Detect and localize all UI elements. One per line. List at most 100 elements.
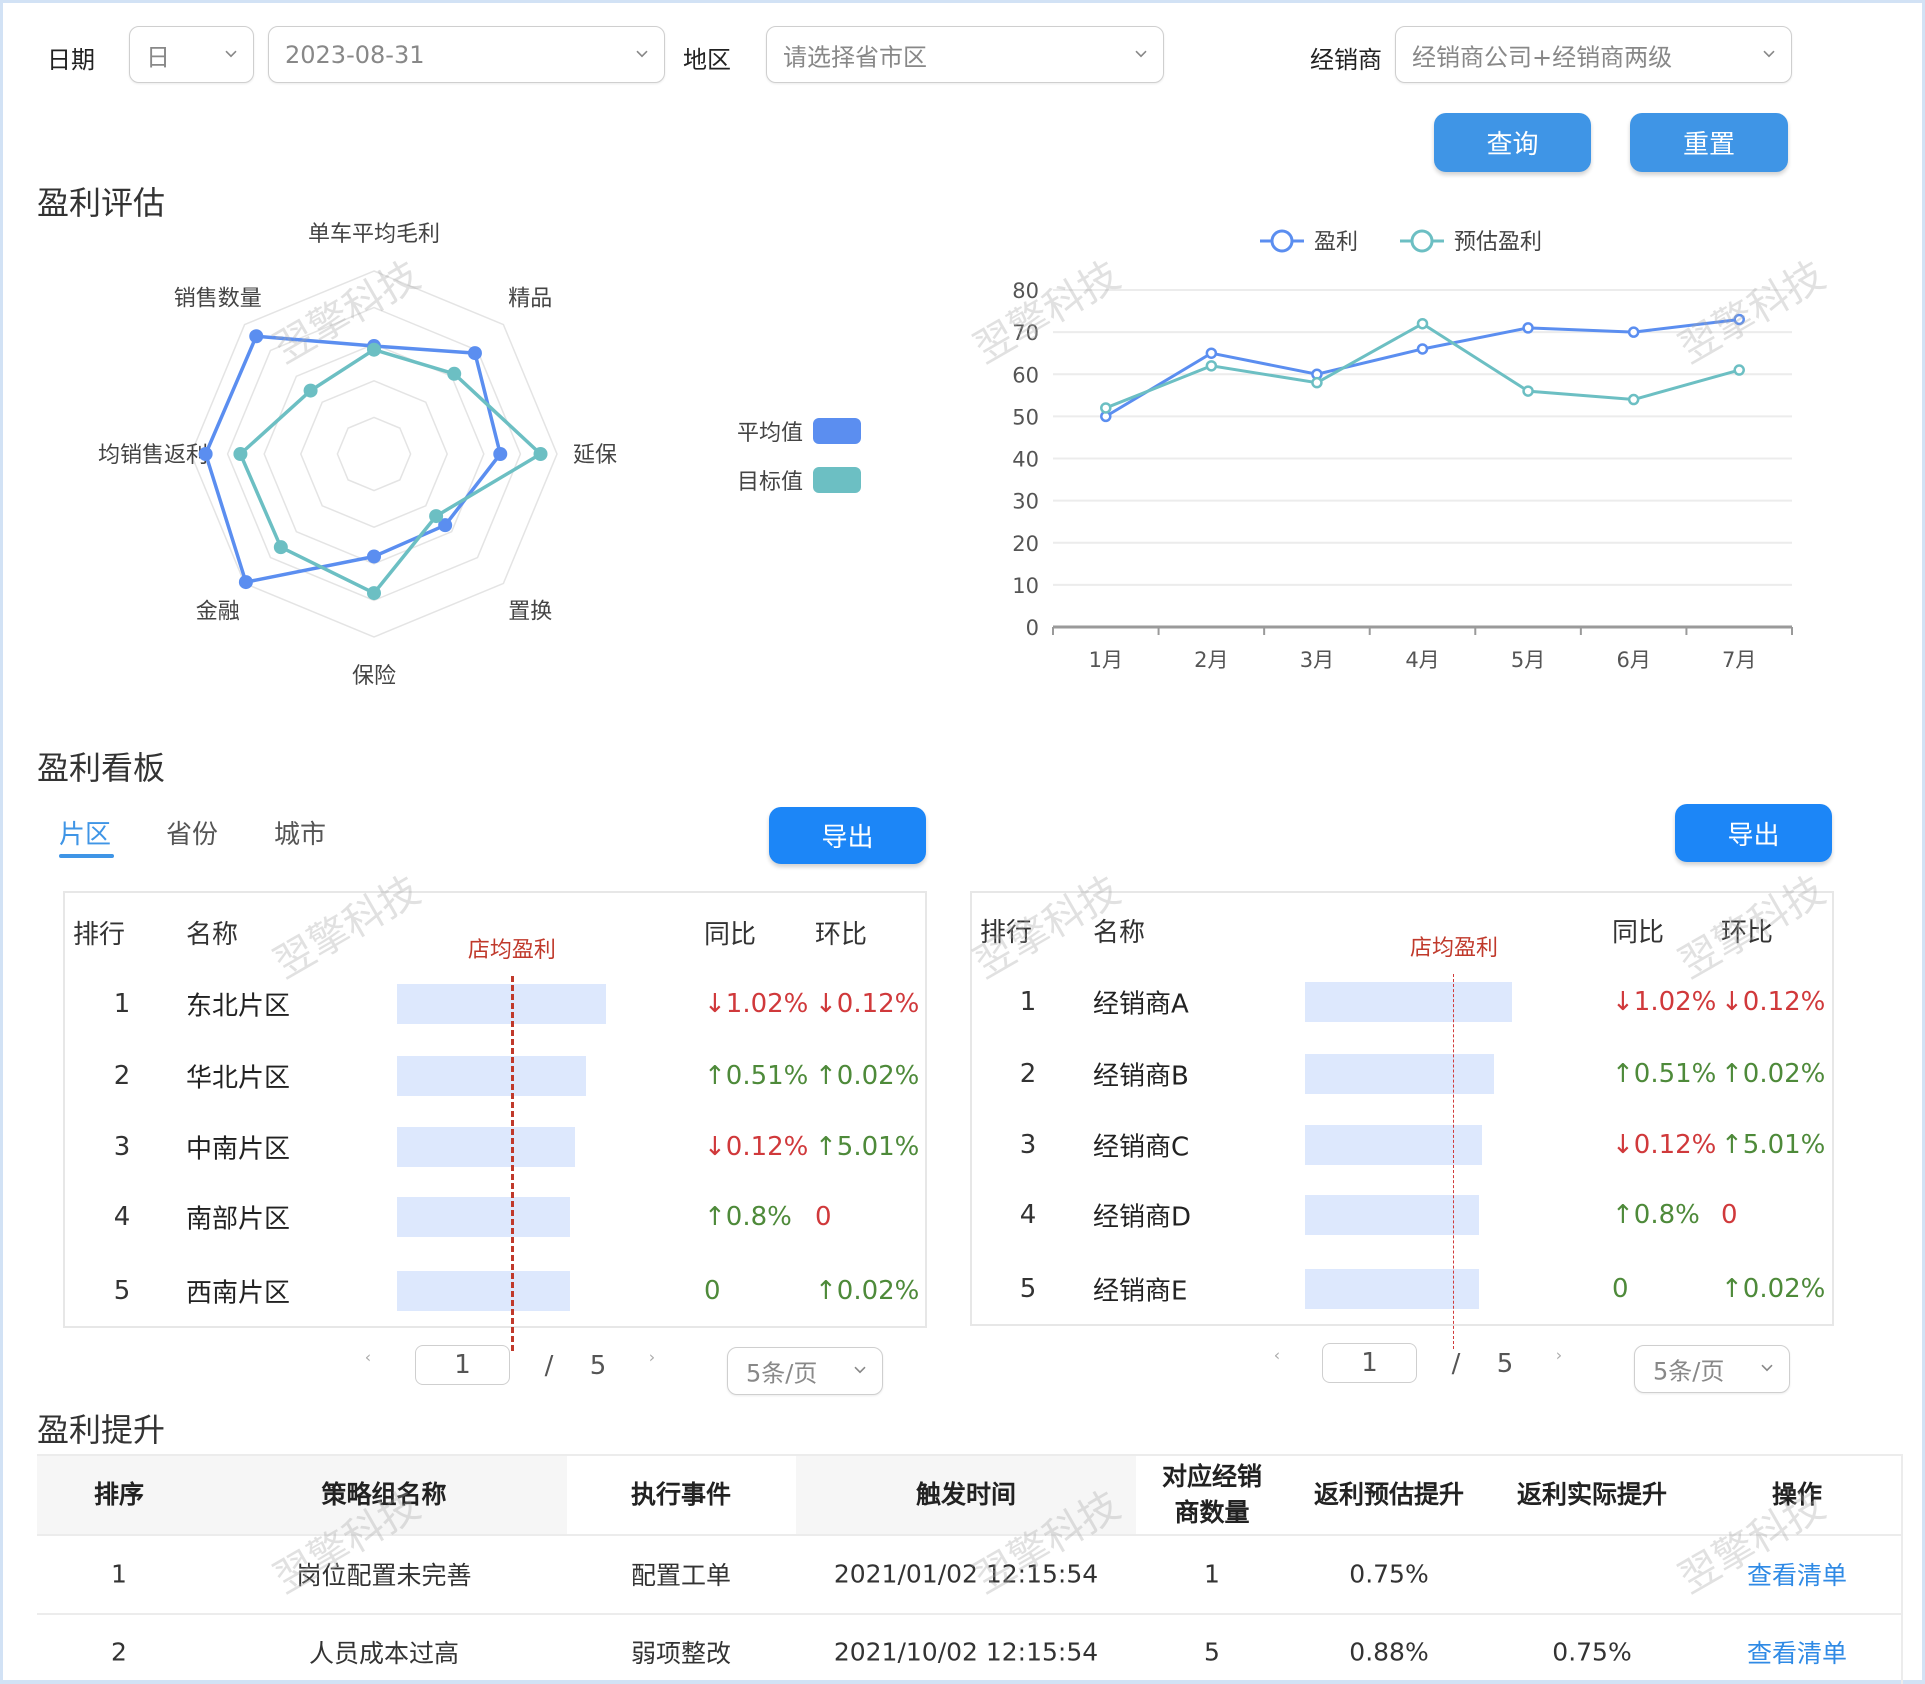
table-cell: 2021/10/02 12:15:54 (833, 1637, 1099, 1667)
rank-number: 5 (113, 1276, 131, 1306)
y-tick-label: 50 (1012, 405, 1039, 429)
tab-active-indicator (59, 854, 114, 858)
page-size-select[interactable]: 5条/页 (727, 1347, 883, 1395)
chevron-down-icon (225, 50, 237, 57)
mom-value: ↑5.01% (815, 1132, 920, 1162)
mom-value: ↓0.12% (1721, 987, 1826, 1017)
reset-button[interactable]: 重置 (1630, 113, 1788, 172)
radar-axis-label: 置换 (508, 599, 552, 624)
profit-bar (1305, 982, 1512, 1022)
rank-number: 4 (113, 1202, 131, 1232)
line-point (1733, 313, 1745, 326)
next-page-button[interactable]: › (649, 1348, 655, 1367)
x-tick-label: 3月 (1300, 648, 1334, 672)
region-ranking-table: 排行 名称 同比 环比 店均盈利 1 东北片区 ↓1.02% ↓0.12% 2 华北片区 ↑0.51%… (63, 891, 927, 1351)
dealer-ranking-table: 排行 名称 同比 环比 店均盈利 1 经销商A ↓1.02% ↓0.12% 2 经销商B ↑0.51%… (970, 891, 1834, 1349)
dealer-select[interactable]: 经销商公司+经销商两级 (1395, 26, 1792, 83)
legend-circle-icon (1270, 229, 1294, 253)
yoy-value: ↓0.12% (704, 1132, 809, 1162)
rank-number: 2 (1019, 1059, 1037, 1089)
y-tick-label: 0 (1026, 616, 1039, 640)
radar-point (198, 447, 213, 461)
y-tick-label: 40 (1012, 448, 1039, 472)
radar-axis-label: 精品 (508, 287, 552, 312)
radar-axis-label: 延保 (573, 443, 617, 468)
x-tick-label: 6月 (1616, 648, 1650, 672)
table-cell: 人员成本过高 (308, 1639, 460, 1668)
prev-page-button[interactable]: ‹ (1274, 1346, 1280, 1365)
table-cell: 5 (1204, 1637, 1220, 1667)
line-point (1311, 376, 1323, 389)
radar-legend-average[interactable]: 平均值 (737, 415, 862, 447)
view-list-link[interactable]: 查看清单 (1747, 1556, 1847, 1592)
column-header: 策略组名称 (321, 1480, 447, 1509)
radar-axis-label: 销售数量 (174, 287, 262, 312)
table-cell: 2021/01/02 12:15:54 (833, 1559, 1099, 1589)
line-point (1733, 364, 1745, 376)
line-chart: 0 10 20 30 40 50 60 70 80 1月 2月 3月 4月 5月 6月 7月 盈利 预估盈利 (1012, 229, 1793, 672)
profit-bar (397, 1127, 575, 1167)
line-point (1100, 402, 1112, 414)
table-cell: 岗位配置未完善 (296, 1561, 472, 1590)
view-list-link[interactable]: 查看清单 (1747, 1634, 1847, 1670)
radar-point (249, 329, 264, 344)
radar-axis-label: 单车平均毛利 (308, 222, 440, 247)
column-header: 触发时间 (915, 1480, 1016, 1509)
line-point (1205, 347, 1218, 359)
average-profit-label: 店均盈利 (1410, 936, 1499, 961)
yoy-value: ↓1.02% (1612, 987, 1717, 1017)
header-name: 名称 (186, 920, 239, 950)
export-button-left[interactable]: 导出 (769, 807, 926, 864)
mom-value: ↑0.02% (815, 1061, 920, 1091)
date-select[interactable]: 2023-08-31 (268, 26, 665, 83)
line-legend-item[interactable]: 盈利 (1260, 229, 1358, 255)
average-profit-label: 店均盈利 (467, 938, 556, 963)
row-name: 华北片区 (186, 1063, 291, 1094)
table-cell: 1 (111, 1559, 127, 1589)
chevron-down-icon (1763, 50, 1775, 57)
header-mom: 环比 (1721, 918, 1774, 948)
chevron-down-icon (1761, 1364, 1773, 1372)
page-size-select[interactable]: 5条/页 (1634, 1345, 1790, 1393)
page-separator: / (544, 1351, 554, 1381)
tab-city[interactable]: 城市 (274, 814, 326, 851)
query-button[interactable]: 查询 (1434, 113, 1591, 172)
legend-label: 平均值 (737, 421, 804, 446)
export-button-right[interactable]: 导出 (1675, 804, 1832, 862)
line-series-1 (1105, 321, 1740, 410)
chevron-down-icon (636, 50, 648, 57)
page-separator: / (1451, 1349, 1461, 1379)
strategy-table: 排序 策略组名称 执行事件 触发时间 对应经销商数量 返利预估提升 返利实际提升 操作 1 岗位配… (37, 1454, 1903, 1684)
x-tick-label: 7月 (1722, 648, 1756, 672)
tab-region[interactable]: 片区 (59, 814, 111, 851)
line-legend-item[interactable]: 预估盈利 (1400, 229, 1542, 255)
radar-point (367, 342, 381, 357)
rank-number: 3 (1019, 1130, 1037, 1160)
tab-province[interactable]: 省份 (166, 814, 218, 851)
page-size-value: 5条/页 (1653, 1357, 1725, 1386)
column-header: 返利预估提升 (1313, 1480, 1464, 1509)
table-right-border (1901, 1456, 1903, 1684)
next-page-button[interactable]: › (1556, 1346, 1562, 1365)
mom-value: ↑0.02% (1721, 1274, 1826, 1304)
yoy-value: ↑0.51% (704, 1061, 809, 1091)
header-rank: 排行 (73, 920, 126, 950)
region-placeholder: 请选择省市区 (783, 43, 927, 71)
radar-legend-target[interactable]: 目标值 (737, 464, 862, 496)
y-tick-label: 60 (1012, 363, 1039, 387)
page-number-input[interactable]: 1 (415, 1345, 510, 1385)
mom-value: ↑0.02% (1721, 1059, 1826, 1089)
mom-value: ↓0.12% (815, 989, 920, 1019)
profit-bar (397, 984, 606, 1024)
region-select[interactable]: 请选择省市区 (766, 26, 1164, 83)
prev-page-button[interactable]: ‹ (365, 1348, 371, 1367)
table-cell: 弱项整改 (630, 1639, 732, 1668)
x-tick-label: 1月 (1089, 648, 1123, 672)
average-profit-line (510, 976, 514, 1351)
profit-bar (1305, 1125, 1482, 1165)
yoy-value: ↑0.51% (1612, 1059, 1717, 1089)
date-granularity-select[interactable]: 日 (129, 26, 254, 83)
radar-point (303, 383, 318, 398)
legend-label: 预估盈利 (1454, 230, 1542, 255)
page-number-input[interactable]: 1 (1322, 1343, 1417, 1383)
